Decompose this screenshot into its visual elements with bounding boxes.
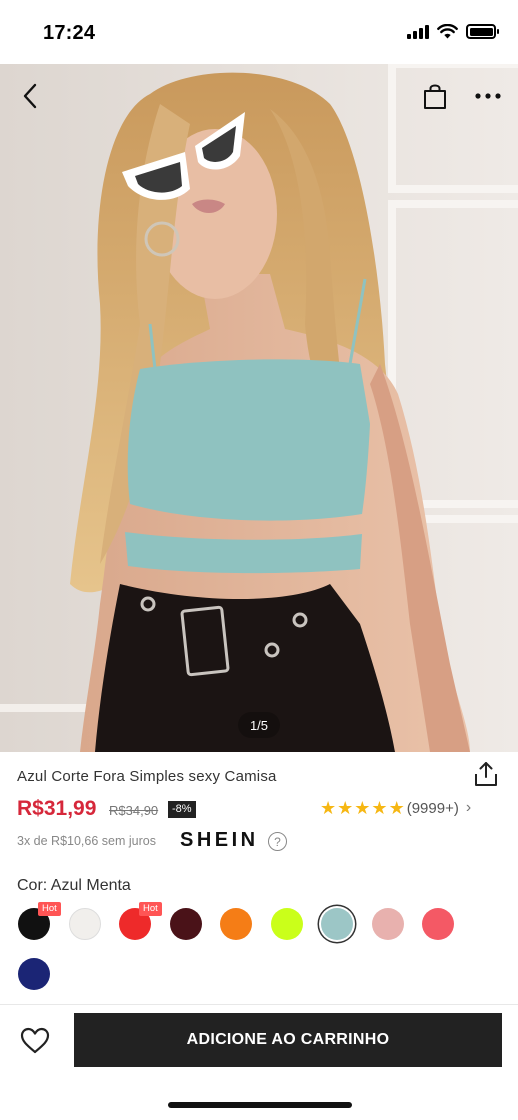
star-icon: ★ xyxy=(320,798,337,818)
question-icon[interactable]: ? xyxy=(268,832,287,851)
share-button[interactable] xyxy=(472,760,500,788)
shopping-bag-button[interactable] xyxy=(417,78,453,114)
status-bar: 17:24 xyxy=(0,0,518,64)
image-counter: 1/5 xyxy=(238,712,280,738)
color-label: Cor: Azul Menta xyxy=(17,877,131,894)
review-count: (9999+) xyxy=(406,799,459,817)
signal-icon xyxy=(407,24,429,39)
color-swatch[interactable] xyxy=(18,958,50,990)
color-swatch[interactable] xyxy=(270,908,303,940)
discount-badge: -8% xyxy=(168,801,196,818)
rating-summary[interactable]: ★ ★ ★ ★ ★ (9999+) › xyxy=(320,799,471,817)
more-icon xyxy=(475,93,501,99)
back-button[interactable] xyxy=(12,78,48,114)
color-swatch[interactable] xyxy=(371,908,404,940)
chevron-right-icon: › xyxy=(465,799,472,816)
product-image-gallery[interactable]: 1/5 xyxy=(0,64,518,752)
star-icon: ★ xyxy=(337,798,354,818)
installments-info: 3x de R$10,66 sem juros xyxy=(17,834,156,848)
color-swatch[interactable] xyxy=(220,908,252,940)
share-icon xyxy=(475,762,497,786)
divider xyxy=(0,1004,518,1005)
color-swatch[interactable] xyxy=(169,908,202,940)
add-to-cart-button[interactable]: ADICIONE AO CARRINHO xyxy=(74,1013,502,1067)
original-price: R$34,90 xyxy=(109,803,159,818)
hot-badge: Hot xyxy=(139,902,162,916)
home-indicator xyxy=(168,1102,352,1108)
brand-logo: SHEIN xyxy=(180,829,259,851)
star-icon: ★ xyxy=(388,798,405,818)
chevron-left-icon xyxy=(23,83,37,109)
more-options-button[interactable] xyxy=(470,78,506,114)
status-icons xyxy=(407,24,499,39)
color-swatch[interactable] xyxy=(321,908,353,940)
shopping-bag-icon xyxy=(424,84,446,109)
wifi-icon xyxy=(437,24,458,39)
product-photo xyxy=(0,64,518,752)
status-time: 17:24 xyxy=(43,22,96,44)
product-title: Azul Corte Fora Simples sexy Camisa xyxy=(17,768,277,785)
current-price: R$31,99 xyxy=(17,797,97,820)
star-icon: ★ xyxy=(371,798,388,818)
star-icon: ★ xyxy=(354,798,371,818)
wishlist-button[interactable] xyxy=(18,1024,52,1058)
color-swatch[interactable] xyxy=(68,908,101,940)
heart-icon xyxy=(20,1027,50,1054)
hot-badge: Hot xyxy=(38,902,61,916)
color-swatch[interactable] xyxy=(422,908,454,940)
battery-icon xyxy=(466,24,499,39)
